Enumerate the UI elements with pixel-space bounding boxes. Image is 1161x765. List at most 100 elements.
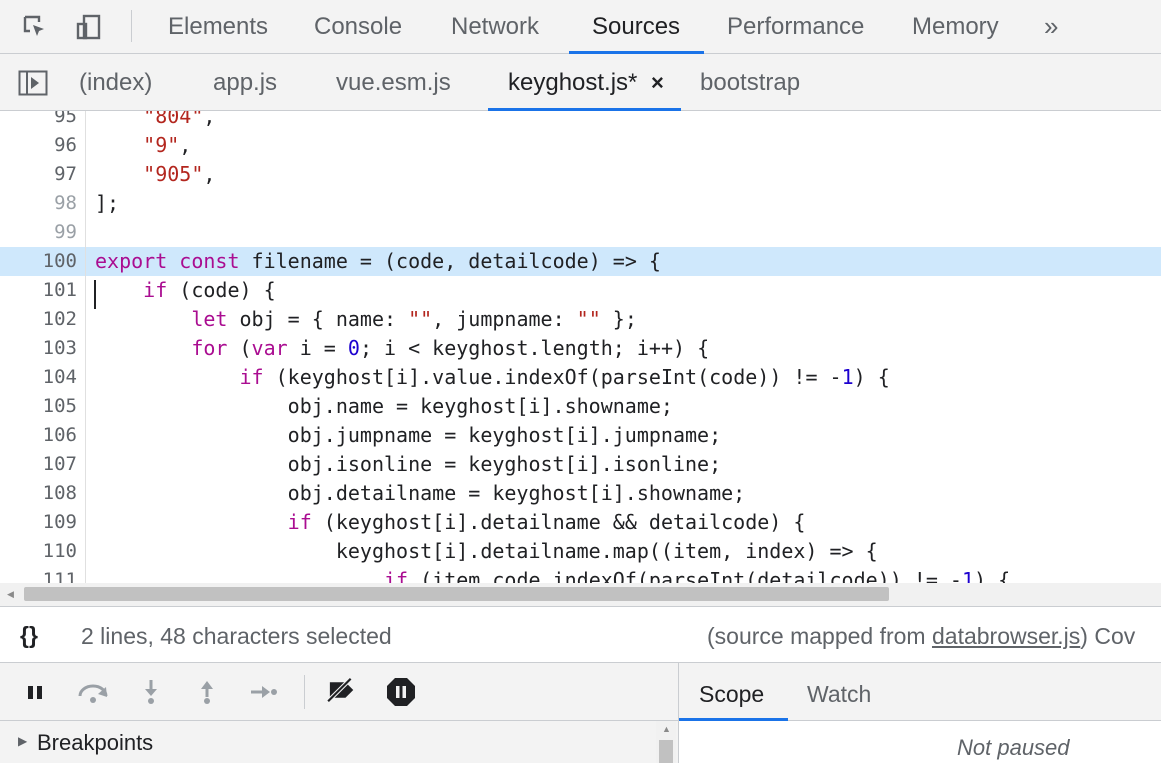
inspect-element-icon[interactable] [22, 14, 48, 40]
line-number[interactable]: 101 [0, 276, 77, 305]
tab-elements[interactable]: Elements [168, 0, 268, 54]
pause-icon[interactable] [23, 679, 49, 705]
pretty-print-button[interactable]: {} [20, 607, 38, 662]
tab-scope[interactable]: Scope [699, 663, 764, 721]
breakpoints-section[interactable]: ▶ Breakpoints ▲ [0, 721, 679, 763]
code-text[interactable]: "804", [95, 111, 215, 131]
code-line[interactable]: 97 "905", [0, 160, 1161, 189]
code-line[interactable]: 108 obj.detailname = keyghost[i].shownam… [0, 479, 1161, 508]
step-into-icon[interactable] [138, 679, 164, 705]
debugger-toolbar [0, 663, 679, 721]
horizontal-scrollbar[interactable]: ◀ [0, 583, 1161, 607]
tab-performance[interactable]: Performance [727, 0, 864, 54]
scrollbar-thumb[interactable] [24, 587, 889, 601]
step-icon[interactable] [248, 679, 278, 705]
line-number[interactable]: 107 [0, 450, 77, 479]
code-line[interactable]: 109 if (keyghost[i].detailname && detail… [0, 508, 1161, 537]
line-number[interactable]: 108 [0, 479, 77, 508]
line-number[interactable]: 110 [0, 537, 77, 566]
line-number[interactable]: 97 [0, 160, 77, 189]
step-out-icon[interactable] [194, 679, 220, 705]
code-text[interactable]: for (var i = 0; i < keyghost.length; i++… [95, 334, 709, 363]
code-line[interactable]: 100 export const filename = (code, detail… [0, 247, 1161, 276]
gutter-divider [85, 111, 86, 583]
code-line[interactable]: 110 keyghost[i].detailname.map((item, in… [0, 537, 1161, 566]
code-line[interactable]: 101 if (code) { [0, 276, 1161, 305]
line-number[interactable]: 102 [0, 305, 77, 334]
code-text[interactable]: "9", [95, 131, 191, 160]
code-text[interactable]: let obj = { name: "", jumpname: "" }; [95, 305, 637, 334]
code-text[interactable]: obj.name = keyghost[i].showname; [95, 392, 673, 421]
tab-sources[interactable]: Sources [592, 0, 680, 54]
code-text[interactable]: export const filename = (code, detailcod… [95, 247, 661, 276]
code-editor[interactable]: 95 "804", 96 "9", 97 "905", 98]; 99 100 export… [0, 111, 1161, 583]
file-tab-keyghost-js[interactable]: keyghost.js* [508, 54, 637, 111]
selection-status: 2 lines, 48 characters selected [81, 623, 392, 649]
code-text[interactable]: if (code) { [95, 276, 275, 305]
code-text[interactable]: keyghost[i].detailname.map((item, index)… [95, 537, 878, 566]
code-text[interactable]: obj.jumpname = keyghost[i].jumpname; [95, 421, 721, 450]
scroll-left-icon[interactable]: ◀ [7, 589, 14, 600]
line-number[interactable]: 104 [0, 363, 77, 392]
more-tabs-button[interactable]: » [1044, 0, 1058, 54]
tab-memory[interactable]: Memory [912, 0, 999, 54]
scroll-up-icon[interactable]: ▲ [662, 724, 671, 734]
vertical-scrollbar-thumb[interactable] [659, 740, 673, 763]
scope-pane: Not paused [679, 721, 1161, 763]
devtools-toolbar: Elements Console Network Sources Perform… [0, 0, 1161, 54]
device-toolbar-icon[interactable] [76, 14, 102, 40]
code-text[interactable]: ]; [95, 189, 119, 218]
code-text[interactable]: if (item.code.indexOf(parseInt(detailcod… [95, 566, 1010, 583]
toolbar-separator [131, 10, 132, 42]
code-line[interactable]: 106 obj.jumpname = keyghost[i].jumpname; [0, 421, 1161, 450]
vertical-scrollbar[interactable]: ▲ [656, 721, 676, 763]
file-tab-vue-esm-js[interactable]: vue.esm.js [336, 54, 451, 111]
code-line[interactable]: 111 if (item.code.indexOf(parseInt(detai… [0, 566, 1161, 583]
line-number[interactable]: 106 [0, 421, 77, 450]
tab-console[interactable]: Console [314, 0, 402, 54]
code-line[interactable]: 107 obj.isonline = keyghost[i].isonline; [0, 450, 1161, 479]
breakpoints-label[interactable]: Breakpoints [37, 721, 153, 763]
file-tab-bootstrap[interactable]: bootstrap [700, 54, 800, 111]
tab-network[interactable]: Network [451, 0, 539, 54]
debugger-toolbar-separator [304, 675, 305, 709]
close-tab-icon[interactable]: × [651, 54, 664, 111]
pause-on-exceptions-icon[interactable] [386, 677, 416, 707]
code-line[interactable]: 99 [0, 218, 1161, 247]
file-tab-app-js[interactable]: app.js [213, 54, 277, 111]
tab-watch[interactable]: Watch [807, 663, 871, 721]
source-map-link[interactable]: databrowser.js [932, 623, 1080, 649]
line-number[interactable]: 96 [0, 131, 77, 160]
code-text[interactable]: obj.isonline = keyghost[i].isonline; [95, 450, 721, 479]
code-text[interactable]: if (keyghost[i].value.indexOf(parseInt(c… [95, 363, 890, 392]
line-number[interactable]: 98 [0, 189, 77, 218]
code-text[interactable]: obj.detailname = keyghost[i].showname; [95, 479, 746, 508]
source-map-suffix: ) Cov [1080, 623, 1136, 649]
line-number[interactable]: 109 [0, 508, 77, 537]
line-number[interactable]: 103 [0, 334, 77, 363]
line-number[interactable]: 100 [0, 247, 77, 276]
text-cursor [94, 280, 96, 309]
code-line[interactable]: 104 if (keyghost[i].value.indexOf(parseI… [0, 363, 1161, 392]
code-text[interactable]: if (keyghost[i].detailname && detailcode… [95, 508, 806, 537]
toggle-navigator-icon[interactable] [18, 70, 48, 96]
expand-arrow-icon[interactable]: ▶ [18, 734, 27, 748]
code-line[interactable]: 102 let obj = { name: "", jumpname: "" }… [0, 305, 1161, 334]
code-text[interactable]: "905", [95, 160, 215, 189]
editor-status-bar: {} 2 lines, 48 characters selected (sour… [0, 607, 1161, 663]
file-tab-index[interactable]: (index) [79, 54, 152, 111]
step-over-icon[interactable] [76, 679, 110, 705]
line-number[interactable]: 99 [0, 218, 77, 247]
code-line[interactable]: 98]; [0, 189, 1161, 218]
code-line[interactable]: 103 for (var i = 0; i < keyghost.length;… [0, 334, 1161, 363]
line-number[interactable]: 105 [0, 392, 77, 421]
line-number[interactable]: 111 [0, 566, 77, 583]
code-line[interactable]: 95 "804", [0, 111, 1161, 131]
source-map-prefix: (source mapped from [707, 623, 932, 649]
scope-watch-tabs: Scope Watch [679, 663, 1161, 721]
deactivate-breakpoints-icon[interactable] [322, 677, 362, 703]
line-number[interactable]: 95 [0, 111, 77, 131]
code-line[interactable]: 96 "9", [0, 131, 1161, 160]
source-map-info: (source mapped from databrowser.js) Cov [707, 607, 1136, 662]
code-line[interactable]: 105 obj.name = keyghost[i].showname; [0, 392, 1161, 421]
